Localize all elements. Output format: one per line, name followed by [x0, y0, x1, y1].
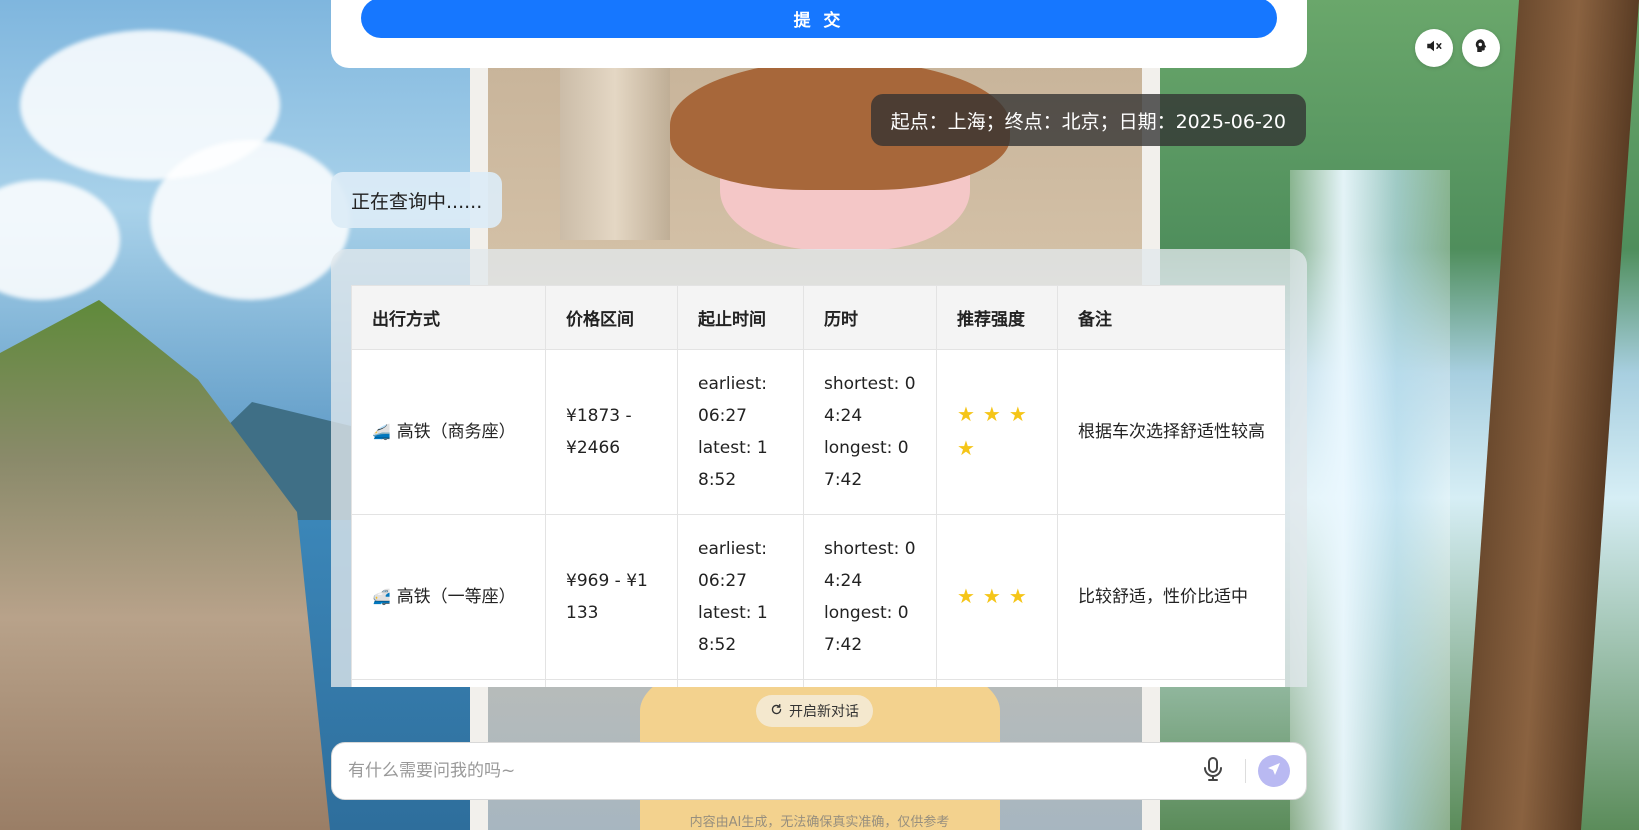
new-chat-label: 开启新对话 [789, 704, 859, 720]
table-header-row: 出行方式 价格区间 起止时间 历时 推荐强度 备注 [351, 285, 1285, 350]
header-time: 起止时间 [677, 285, 804, 350]
form-card: 提 交 [331, 0, 1307, 68]
table-row [351, 679, 1285, 687]
result-card: 出行方式 价格区间 起止时间 历时 推荐强度 备注 🚄 高铁（商务座） ¥1873… [331, 249, 1307, 687]
train-icon: 🚅 [372, 588, 391, 606]
header-rating: 推荐强度 [936, 285, 1058, 350]
new-chat-button[interactable]: 开启新对话 [756, 695, 873, 727]
mode-cell: 🚄 高铁（商务座） [351, 349, 546, 515]
chat-input-bar [331, 742, 1307, 800]
brain-mode-button[interactable] [1462, 29, 1500, 67]
duration-shortest: shortest: 04:24 [824, 539, 916, 591]
duration-cell: shortest: 04:24 longest: 07:42 [803, 514, 937, 680]
rating-cell: ★★★★ [936, 349, 1058, 515]
voice-input-button[interactable] [1193, 751, 1233, 791]
duration-longest: longest: 07:42 [824, 438, 909, 490]
rating-cell: ★★★ [936, 514, 1058, 680]
mute-button[interactable] [1415, 29, 1453, 67]
time-latest: latest: 18:52 [698, 438, 768, 490]
table-row: 🚅 高铁（一等座） ¥969 - ¥1133 earliest: 06:27 la… [351, 514, 1285, 680]
speaker-mute-icon [1425, 37, 1443, 59]
price-cell: ¥1873 - ¥2466 [545, 349, 678, 515]
header-duration: 历时 [803, 285, 937, 350]
result-table-wrapper[interactable]: 出行方式 价格区间 起止时间 历时 推荐强度 备注 🚄 高铁（商务座） ¥1873… [351, 285, 1285, 687]
bot-message-bubble: 正在查询中...... [331, 172, 503, 228]
duration-longest: longest: 07:42 [824, 603, 909, 655]
send-arrow-icon [1266, 761, 1282, 781]
mode-label: 高铁（一等座） [396, 587, 516, 607]
header-price: 价格区间 [545, 285, 678, 350]
note-cell: 根据车次选择舒适性较高 [1057, 349, 1285, 515]
brain-head-icon [1472, 37, 1490, 59]
send-button[interactable] [1258, 755, 1290, 787]
time-cell: earliest: 06:27 latest: 18:52 [677, 514, 804, 680]
note-cell: 比较舒适，性价比适中 [1057, 514, 1285, 680]
microphone-icon [1202, 756, 1224, 786]
header-mode: 出行方式 [351, 285, 546, 350]
time-cell: earliest: 06:27 latest: 18:52 [677, 349, 804, 515]
star-rating-icon: ★★★ [957, 584, 1035, 608]
price-cell: ¥969 - ¥1133 [545, 514, 678, 680]
time-earliest: earliest: 06:27 [698, 374, 768, 426]
star-rating-icon: ★★★★ [957, 402, 1035, 460]
input-divider [1245, 759, 1246, 783]
ai-disclaimer: 内容由AI生成，无法确保真实准确，仅供参考 [689, 815, 950, 830]
train-icon: 🚄 [372, 423, 391, 441]
refresh-icon [770, 703, 783, 720]
submit-button[interactable]: 提 交 [361, 0, 1277, 38]
header-note: 备注 [1057, 285, 1285, 350]
result-table: 出行方式 价格区间 起止时间 历时 推荐强度 备注 🚄 高铁（商务座） ¥1873… [351, 285, 1285, 687]
time-latest: latest: 18:52 [698, 603, 768, 655]
table-row: 🚄 高铁（商务座） ¥1873 - ¥2466 earliest: 06:27 l… [351, 349, 1285, 515]
duration-cell: shortest: 04:24 longest: 07:42 [803, 349, 937, 515]
time-earliest: earliest: 06:27 [698, 539, 768, 591]
chat-input[interactable] [332, 743, 1193, 799]
mode-label: 高铁（商务座） [396, 422, 516, 442]
duration-shortest: shortest: 04:24 [824, 374, 916, 426]
mode-cell: 🚅 高铁（一等座） [351, 514, 546, 680]
user-message-bubble: 起点：上海；终点：北京；日期：2025-06-20 [870, 94, 1306, 146]
